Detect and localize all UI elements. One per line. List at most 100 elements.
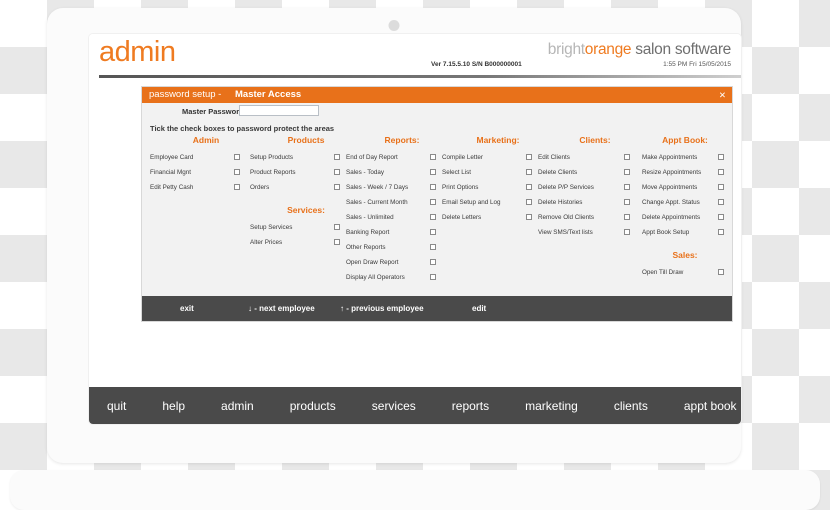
permission-label-open-till-draw: Open Till Draw bbox=[642, 265, 683, 280]
checkbox-change-appt-status[interactable] bbox=[718, 199, 724, 205]
checkbox-sales-week-7-days[interactable] bbox=[430, 184, 436, 190]
checkbox-make-appointments[interactable] bbox=[718, 154, 724, 160]
checkbox-sales-current-month[interactable] bbox=[430, 199, 436, 205]
page-title: admin bbox=[99, 36, 176, 69]
permission-row: Resize Appointments bbox=[642, 165, 728, 180]
nav-item-clients[interactable]: clients bbox=[596, 399, 666, 413]
checkbox-compile-letter[interactable] bbox=[526, 154, 532, 160]
nav-item-appt-book[interactable]: appt book bbox=[666, 399, 741, 413]
checkbox-edit-petty-cash[interactable] bbox=[234, 184, 240, 190]
checkbox-edit-clients[interactable] bbox=[624, 154, 630, 160]
permission-row: Banking Report bbox=[346, 225, 458, 240]
checkbox-delete-letters[interactable] bbox=[526, 214, 532, 220]
column-subheading-sales: Sales: bbox=[642, 250, 728, 260]
checkbox-view-sms-text-lists[interactable] bbox=[624, 229, 630, 235]
permission-row: Edit Petty Cash bbox=[150, 180, 262, 195]
permission-label-banking-report: Banking Report bbox=[346, 225, 389, 240]
nav-list: quithelpadminproductsservicesreportsmark… bbox=[89, 387, 741, 424]
permission-label-view-sms-text-lists: View SMS/Text lists bbox=[538, 225, 593, 240]
brand-orange: orange bbox=[585, 41, 631, 58]
next-employee-button[interactable]: ↓ - next employee bbox=[248, 304, 315, 313]
permission-row: Edit Clients bbox=[538, 150, 652, 165]
permission-label-delete-letters: Delete Letters bbox=[442, 210, 481, 225]
dialog-title-prefix: password setup - bbox=[149, 89, 221, 100]
permission-label-edit-clients: Edit Clients bbox=[538, 150, 570, 165]
checkbox-remove-old-clients[interactable] bbox=[624, 214, 630, 220]
permission-label-select-list: Select List bbox=[442, 165, 471, 180]
checkbox-orders[interactable] bbox=[334, 184, 340, 190]
checkbox-move-appointments[interactable] bbox=[718, 184, 724, 190]
checkbox-delete-p-p-services[interactable] bbox=[624, 184, 630, 190]
tablet-device: admin brightorange salon software Ver 7.… bbox=[47, 8, 741, 463]
checkbox-alter-prices[interactable] bbox=[334, 239, 340, 245]
checkbox-employee-card[interactable] bbox=[234, 154, 240, 160]
checkbox-sales-today[interactable] bbox=[430, 169, 436, 175]
permission-label-move-appointments: Move Appointments bbox=[642, 180, 697, 195]
nav-item-quit[interactable]: quit bbox=[89, 399, 144, 413]
exit-button[interactable]: exit bbox=[180, 304, 194, 313]
permission-row: Delete Clients bbox=[538, 165, 652, 180]
column-admin: Admin Employee CardFinancial MgntEdit Pet… bbox=[150, 135, 262, 195]
close-icon[interactable]: ✕ bbox=[719, 89, 726, 101]
checkbox-setup-products[interactable] bbox=[334, 154, 340, 160]
checkbox-select-list[interactable] bbox=[526, 169, 532, 175]
permission-label-change-appt-status: Change Appt. Status bbox=[642, 195, 700, 210]
checkbox-display-all-operators[interactable] bbox=[430, 274, 436, 280]
checkbox-banking-report[interactable] bbox=[430, 229, 436, 235]
bottom-navbar: quithelpadminproductsservicesreportsmark… bbox=[89, 387, 741, 424]
checkbox-resize-appointments[interactable] bbox=[718, 169, 724, 175]
permission-label-setup-products: Setup Products bbox=[250, 150, 293, 165]
nav-item-help[interactable]: help bbox=[144, 399, 203, 413]
checkbox-email-setup-and-log[interactable] bbox=[526, 199, 532, 205]
permission-row: View SMS/Text lists bbox=[538, 225, 652, 240]
checkbox-other-reports[interactable] bbox=[430, 244, 436, 250]
checkbox-financial-mgnt[interactable] bbox=[234, 169, 240, 175]
checkbox-delete-histories[interactable] bbox=[624, 199, 630, 205]
previous-employee-button[interactable]: ↑ - previous employee bbox=[340, 304, 424, 313]
nav-item-reports[interactable]: reports bbox=[434, 399, 507, 413]
checkbox-delete-clients[interactable] bbox=[624, 169, 630, 175]
dialog-footer: exit ↓ - next employee ↑ - previous empl… bbox=[142, 296, 732, 321]
checkbox-appt-book-setup[interactable] bbox=[718, 229, 724, 235]
column-heading-appt-book: Appt Book: bbox=[642, 135, 728, 145]
nav-item-marketing[interactable]: marketing bbox=[507, 399, 596, 413]
edit-button[interactable]: edit bbox=[472, 304, 486, 313]
permission-label-appt-book-setup: Appt Book Setup bbox=[642, 225, 689, 240]
permission-label-open-draw-report: Open Draw Report bbox=[346, 255, 399, 270]
app-header: admin brightorange salon software Ver 7.… bbox=[89, 34, 741, 79]
permission-label-make-appointments: Make Appointments bbox=[642, 150, 697, 165]
checkbox-print-options[interactable] bbox=[526, 184, 532, 190]
permission-row: Open Draw Report bbox=[346, 255, 458, 270]
brand-logo: brightorange salon software bbox=[548, 41, 731, 59]
permission-label-sales-unlimited: Sales - Unlimited bbox=[346, 210, 394, 225]
checkbox-sales-unlimited[interactable] bbox=[430, 214, 436, 220]
permission-label-sales-today: Sales - Today bbox=[346, 165, 384, 180]
master-password-input[interactable] bbox=[239, 105, 319, 116]
checkbox-delete-appointments[interactable] bbox=[718, 214, 724, 220]
permission-label-end-of-day-report: End of Day Report bbox=[346, 150, 398, 165]
nav-item-products[interactable]: products bbox=[272, 399, 354, 413]
nav-item-services[interactable]: services bbox=[354, 399, 434, 413]
dialog-title-main: Master Access bbox=[235, 89, 301, 100]
permission-row: Appt Book Setup bbox=[642, 225, 728, 240]
instruction-text: Tick the check boxes to password protect… bbox=[150, 124, 334, 133]
permission-label-financial-mgnt: Financial Mgnt bbox=[150, 165, 191, 180]
checkbox-product-reports[interactable] bbox=[334, 169, 340, 175]
master-password-row: Master Password bbox=[142, 106, 732, 120]
header-divider bbox=[99, 75, 741, 78]
permission-label-delete-p-p-services: Delete P/P Services bbox=[538, 180, 594, 195]
column-clients: Clients:Edit ClientsDelete ClientsDelete… bbox=[538, 135, 652, 240]
nav-item-admin[interactable]: admin bbox=[203, 399, 272, 413]
permission-label-sales-current-month: Sales - Current Month bbox=[346, 195, 408, 210]
permission-label-employee-card: Employee Card bbox=[150, 150, 193, 165]
checkbox-open-draw-report[interactable] bbox=[430, 259, 436, 265]
permission-label-delete-clients: Delete Clients bbox=[538, 165, 577, 180]
column-heading-admin: Admin bbox=[150, 135, 262, 145]
datetime-label: 1:55 PM Fri 15/05/2015 bbox=[663, 61, 731, 68]
column-appt-book: Appt Book: Make AppointmentsResize Appoin… bbox=[642, 135, 728, 280]
checkbox-end-of-day-report[interactable] bbox=[430, 154, 436, 160]
checkbox-open-till-draw[interactable] bbox=[718, 269, 724, 275]
checkbox-setup-services[interactable] bbox=[334, 224, 340, 230]
master-password-label: Master Password bbox=[182, 107, 244, 116]
permission-label-orders: Orders bbox=[250, 180, 269, 195]
